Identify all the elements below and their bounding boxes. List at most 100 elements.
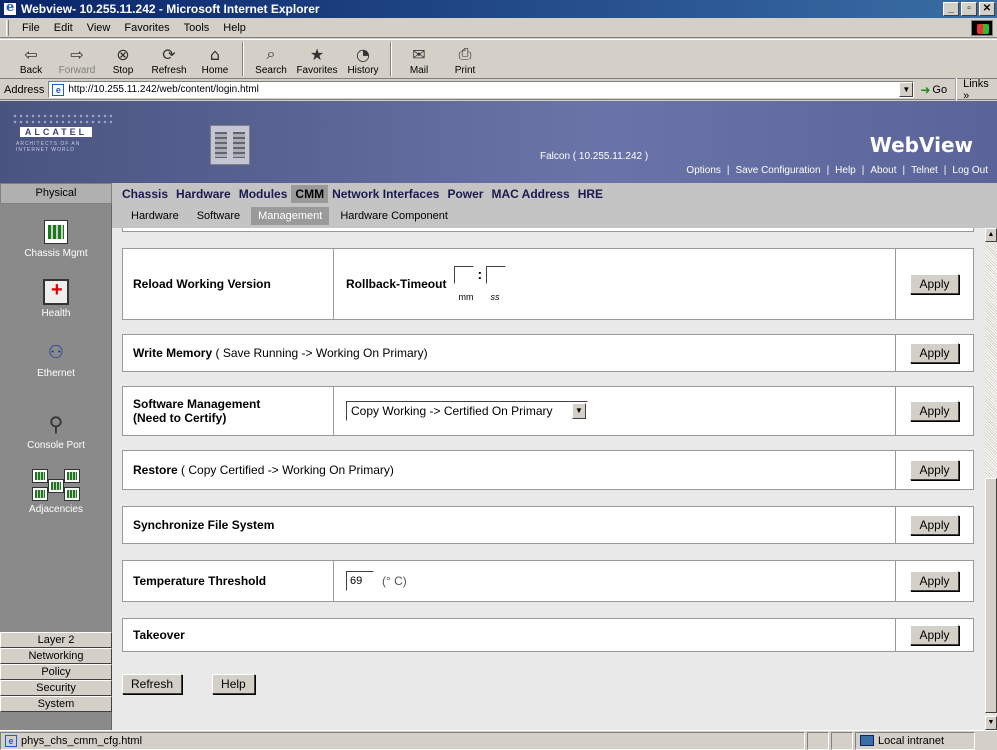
refresh-page-button[interactable]: Refresh: [122, 674, 183, 694]
scroll-thumb[interactable]: [985, 478, 997, 713]
log-out-link[interactable]: Log Out: [952, 165, 988, 176]
security-zone: Local intranet: [855, 731, 975, 750]
go-button[interactable]: ➜ Go: [920, 83, 947, 97]
menu-view[interactable]: View: [80, 22, 118, 34]
help-button[interactable]: Help: [212, 674, 255, 694]
temperature-input[interactable]: [346, 571, 374, 591]
sidebar-item-health[interactable]: Health: [0, 278, 112, 319]
favorites-button[interactable]: ★ Favorites: [294, 40, 340, 78]
rollback-timeout-cell: Rollback-Timeout : mm ss: [333, 249, 895, 319]
rollback-timeout-label: Rollback-Timeout: [346, 277, 447, 291]
tab-hardware[interactable]: Hardware: [172, 185, 235, 203]
link-sep: |: [826, 165, 830, 176]
tab-physical[interactable]: Physical: [0, 183, 112, 204]
menu-edit[interactable]: Edit: [47, 22, 80, 34]
tab-mac-address[interactable]: MAC Address: [487, 185, 573, 203]
tab-cmm[interactable]: CMM: [291, 184, 329, 203]
address-bar: Address e http://10.255.11.242/web/conte…: [0, 77, 997, 102]
maximize-button[interactable]: ▫: [961, 2, 977, 16]
about-link[interactable]: About: [870, 165, 896, 176]
home-icon: ⌂: [209, 44, 221, 64]
minimize-button[interactable]: _: [943, 2, 959, 16]
menu-grip: [6, 19, 9, 36]
software-apply-button[interactable]: Apply: [910, 401, 959, 421]
stop-button[interactable]: ⊗ Stop: [100, 40, 146, 78]
server-graphic-icon: [210, 125, 250, 165]
scroll-up-icon[interactable]: ▲: [985, 228, 997, 242]
reload-label: Reload Working Version: [133, 277, 271, 291]
refresh-button[interactable]: ⟳ Refresh: [146, 40, 192, 78]
sidebar-menu-security[interactable]: Security: [0, 680, 112, 696]
takeover-apply-button[interactable]: Apply: [910, 625, 959, 645]
sidebar-item-ethernet[interactable]: ⚇ Ethernet: [0, 338, 112, 380]
restore-apply-button[interactable]: Apply: [910, 460, 959, 480]
apply-cell: Apply: [895, 451, 973, 489]
go-arrow-icon: ➜: [920, 82, 931, 97]
menu-file[interactable]: File: [15, 22, 47, 34]
mail-button[interactable]: ✉ Mail: [396, 40, 442, 78]
tab-chassis[interactable]: Chassis: [118, 185, 172, 203]
menu-tools[interactable]: Tools: [177, 22, 217, 34]
back-button[interactable]: ⇦ Back: [8, 40, 54, 78]
history-button[interactable]: ◔ History: [340, 40, 386, 78]
sidebar-menu-layer-2[interactable]: Layer 2: [0, 632, 112, 648]
rollback-ss-input[interactable]: [486, 266, 507, 284]
row-label: Synchronize File System: [123, 507, 893, 543]
subtab-hardware-component[interactable]: Hardware Component: [333, 207, 455, 225]
synchronize-apply-button[interactable]: Apply: [910, 515, 959, 535]
help-link[interactable]: Help: [835, 165, 856, 176]
restore-note: ( Copy Certified -> Working On Primary): [181, 463, 394, 477]
address-dropdown-icon[interactable]: ▼: [899, 82, 914, 97]
tab-network-interfaces[interactable]: Network Interfaces: [328, 185, 443, 203]
subtab-hardware[interactable]: Hardware: [124, 207, 186, 225]
ethernet-icon-wrap: ⚇: [40, 338, 72, 366]
telnet-link[interactable]: Telnet: [911, 165, 938, 176]
close-button[interactable]: ✕: [979, 2, 995, 16]
vertical-scrollbar[interactable]: ▲ ▼: [985, 228, 997, 730]
cmm-management-content: Reload Working Version Rollback-Timeout …: [112, 228, 985, 730]
webview-banner: ALCATEL ARCHITECTS OF AN INTERNET WORLD …: [0, 101, 997, 183]
menu-help[interactable]: Help: [216, 22, 253, 34]
sidebar-item-chassis-mgmt[interactable]: Chassis Mgmt: [0, 218, 112, 259]
reload-apply-button[interactable]: Apply: [910, 274, 959, 294]
sidebar: Chassis Mgmt Health ⚇ Ethernet ⚲ Console…: [0, 204, 112, 730]
write-memory-apply-button[interactable]: Apply: [910, 343, 959, 363]
product-name: WebView: [869, 133, 973, 157]
subtab-management[interactable]: Management: [251, 207, 330, 225]
sidebar-menu-networking[interactable]: Networking: [0, 648, 112, 664]
links-button[interactable]: Links »: [955, 77, 997, 102]
forward-button[interactable]: ⇨ Forward: [54, 40, 100, 78]
logo-dots: [12, 113, 112, 125]
home-label: Home: [201, 65, 229, 76]
tab-power[interactable]: Power: [443, 185, 487, 203]
mail-label: Mail: [409, 65, 429, 76]
print-button[interactable]: ⎙ Print: [442, 40, 488, 78]
synchronize-file-system-row: Synchronize File System Apply: [122, 506, 974, 544]
scroll-down-icon[interactable]: ▼: [985, 716, 997, 730]
sidebar-menu-policy[interactable]: Policy: [0, 664, 112, 680]
footer-buttons: Refresh Help: [122, 674, 255, 694]
subtab-software[interactable]: Software: [190, 207, 247, 225]
takeover-row: Takeover Apply: [122, 618, 974, 652]
rollback-mm-input[interactable]: [454, 266, 475, 284]
search-button[interactable]: ⌕ Search: [248, 40, 294, 78]
sidebar-menu-system[interactable]: System: [0, 696, 112, 712]
temperature-apply-button[interactable]: Apply: [910, 571, 959, 591]
chevron-down-icon[interactable]: ▼: [572, 403, 586, 419]
browser-toolbar: ⇦ Back ⇨ Forward ⊗ Stop ⟳ Refresh ⌂ Home…: [0, 39, 997, 79]
address-input[interactable]: e http://10.255.11.242/web/content/login…: [48, 81, 915, 98]
menu-bar: File Edit View Favorites Tools Help: [0, 18, 997, 38]
software-action-select[interactable]: Copy Working -> Certified On Primary ▼: [346, 401, 588, 421]
status-cell: [831, 731, 853, 750]
tab-hre[interactable]: HRE: [574, 185, 607, 203]
sidebar-item-console-port[interactable]: ⚲ Console Port: [0, 410, 112, 451]
home-button[interactable]: ⌂ Home: [192, 40, 238, 78]
software-action-selected: Copy Working -> Certified On Primary: [351, 404, 553, 418]
save-configuration-link[interactable]: Save Configuration: [736, 165, 821, 176]
stop-label: Stop: [112, 65, 134, 76]
tab-modules[interactable]: Modules: [235, 185, 292, 203]
sidebar-item-adjacencies[interactable]: Adjacencies: [0, 466, 112, 515]
options-link[interactable]: Options: [686, 165, 720, 176]
row-label: Temperature Threshold: [123, 561, 333, 601]
menu-favorites[interactable]: Favorites: [117, 22, 176, 34]
